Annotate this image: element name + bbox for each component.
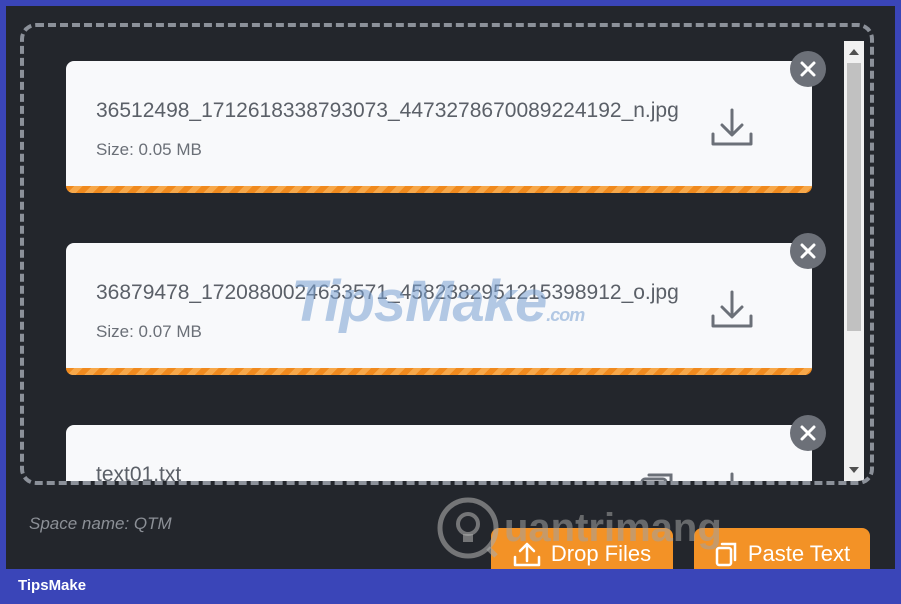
app-frame: 36512498_1712618338793073_44732786700892… [6, 6, 895, 569]
close-icon [800, 425, 816, 441]
scroll-down-arrow-icon[interactable] [844, 461, 864, 479]
file-size: Size: 0.05 MB [96, 140, 202, 159]
space-name-label: Space name: QTM [29, 514, 172, 533]
quantrimang-watermark: uantrimang [436, 493, 722, 563]
remove-file-button[interactable] [790, 51, 826, 87]
file-name: text01.txt [96, 463, 182, 485]
file-card: text01.txt [66, 425, 812, 485]
footer-brand: TipsMake [18, 577, 87, 594]
watermark2-text: uantrimang [504, 505, 722, 550]
file-name: 36512498_1712618338793073_44732786700892… [96, 99, 679, 122]
copy-icon[interactable] [638, 469, 678, 485]
watermark-suffix: .com [546, 305, 585, 325]
remove-file-button[interactable] [790, 415, 826, 451]
close-icon [800, 61, 816, 77]
lightbulb-logo-icon [437, 497, 499, 559]
upload-progress-bar [66, 368, 812, 375]
watermark-main: TipsMake [291, 269, 547, 334]
close-icon [800, 243, 816, 259]
paste-text-label: Paste Text [747, 541, 851, 566]
tipsmake-watermark: TipsMake.com [291, 268, 585, 335]
footer-bar: TipsMake [0, 569, 901, 604]
download-icon[interactable] [710, 108, 754, 148]
file-size: Size: 0.07 MB [96, 322, 202, 341]
file-card: 36512498_1712618338793073_44732786700892… [66, 61, 812, 193]
scroll-up-arrow-icon[interactable] [844, 43, 864, 61]
file-dropzone[interactable]: 36512498_1712618338793073_44732786700892… [20, 23, 874, 485]
download-icon[interactable] [710, 290, 754, 330]
upload-progress-bar [66, 186, 812, 193]
download-icon[interactable] [710, 472, 754, 485]
file-list: 36512498_1712618338793073_44732786700892… [24, 27, 870, 481]
list-scrollbar[interactable] [844, 41, 864, 481]
remove-file-button[interactable] [790, 233, 826, 269]
scroll-thumb[interactable] [847, 63, 861, 331]
